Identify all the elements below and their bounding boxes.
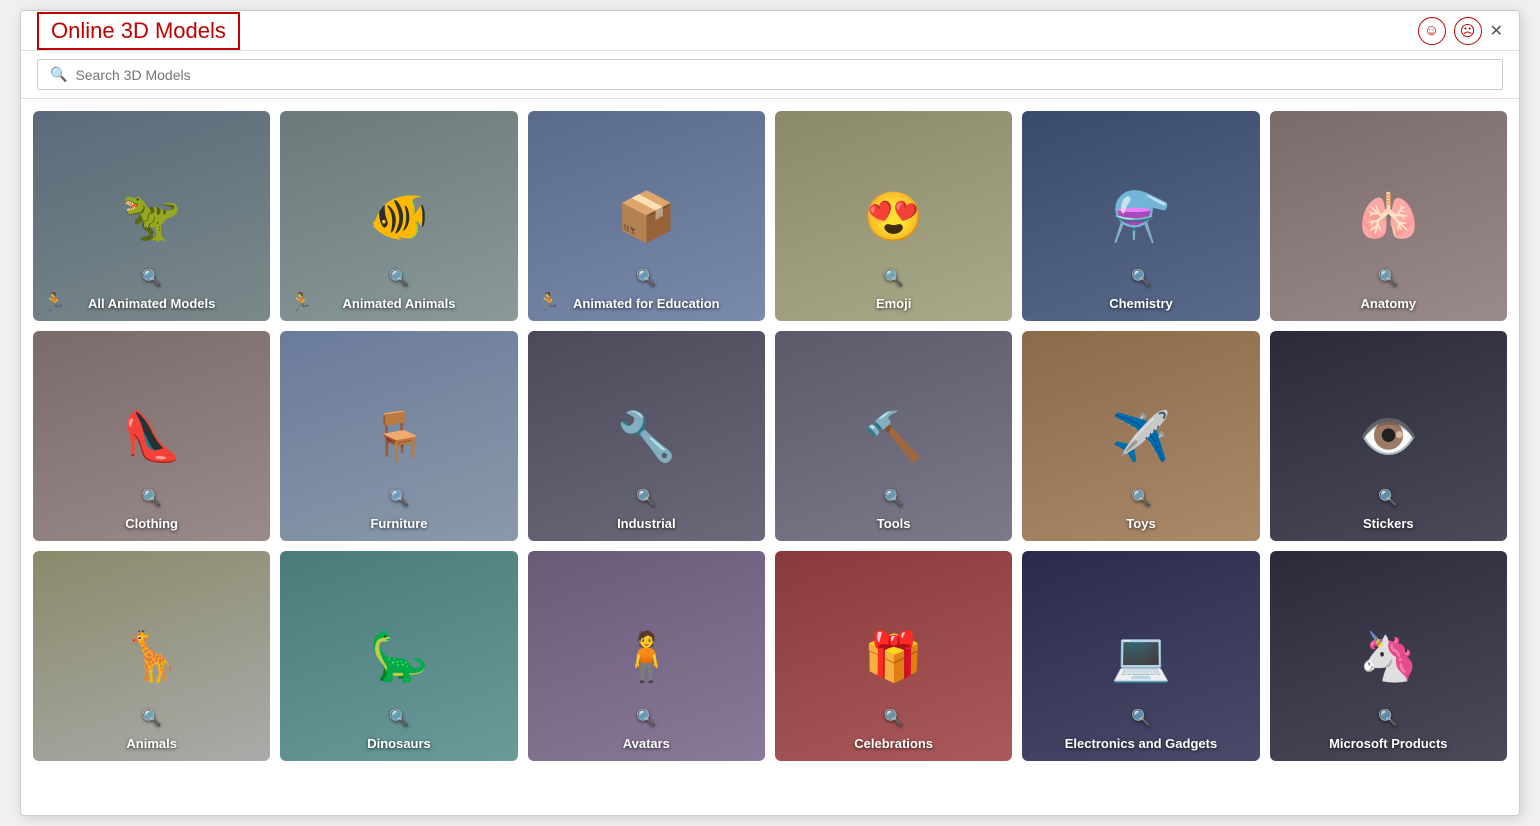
category-card-stickers[interactable]: 👁️🔍Stickers <box>1270 331 1507 541</box>
search-icon: 🔍 <box>50 66 67 83</box>
category-card-animated-animals[interactable]: 🐠🔍Animated Animals🏃 <box>280 111 517 321</box>
category-card-avatars[interactable]: 🧍🔍Avatars <box>528 551 765 761</box>
category-card-tools[interactable]: 🔨🔍Tools <box>775 331 1012 541</box>
animated-icon-animated-animals: 🏃 <box>290 292 312 313</box>
titlebar-left: Online 3D Models <box>37 12 240 50</box>
card-label-stickers: Stickers <box>1270 510 1507 541</box>
card-search-icon-toys: 🔍 <box>1022 488 1259 508</box>
feedback-negative-button[interactable]: ☹ <box>1454 17 1482 45</box>
card-label-microsoft-products: Microsoft Products <box>1270 730 1507 761</box>
titlebar-right: ☺ ☹ ✕ <box>1418 17 1503 45</box>
card-search-icon-microsoft-products: 🔍 <box>1270 708 1507 728</box>
card-search-icon-anatomy: 🔍 <box>1270 268 1507 288</box>
animated-icon-all-animated: 🏃 <box>43 292 65 313</box>
category-card-clothing[interactable]: 👠🔍Clothing <box>33 331 270 541</box>
grid-scroll[interactable]: 🦖🔍All Animated Models🏃🐠🔍Animated Animals… <box>21 99 1519 815</box>
card-search-icon-celebrations: 🔍 <box>775 708 1012 728</box>
category-card-furniture[interactable]: 🪑🔍Furniture <box>280 331 517 541</box>
category-card-toys[interactable]: ✈️🔍Toys <box>1022 331 1259 541</box>
category-card-animals[interactable]: 🦒🔍Animals <box>33 551 270 761</box>
content-area: 🦖🔍All Animated Models🏃🐠🔍Animated Animals… <box>21 99 1519 815</box>
card-search-icon-all-animated: 🔍 <box>33 268 270 288</box>
card-label-chemistry: Chemistry <box>1022 290 1259 321</box>
card-label-anatomy: Anatomy <box>1270 290 1507 321</box>
card-label-animated-education: Animated for Education <box>528 290 765 321</box>
category-card-industrial[interactable]: 🔧🔍Industrial <box>528 331 765 541</box>
category-card-emoji[interactable]: 😍🔍Emoji <box>775 111 1012 321</box>
card-label-furniture: Furniture <box>280 510 517 541</box>
card-label-dinosaurs: Dinosaurs <box>280 730 517 761</box>
card-label-celebrations: Celebrations <box>775 730 1012 761</box>
card-search-icon-clothing: 🔍 <box>33 488 270 508</box>
card-search-icon-emoji: 🔍 <box>775 268 1012 288</box>
close-button[interactable]: ✕ <box>1490 21 1503 41</box>
card-search-icon-tools: 🔍 <box>775 488 1012 508</box>
card-label-clothing: Clothing <box>33 510 270 541</box>
feedback-positive-button[interactable]: ☺ <box>1418 17 1446 45</box>
card-search-icon-industrial: 🔍 <box>528 488 765 508</box>
category-grid: 🦖🔍All Animated Models🏃🐠🔍Animated Animals… <box>33 111 1507 761</box>
card-search-icon-dinosaurs: 🔍 <box>280 708 517 728</box>
category-card-celebrations[interactable]: 🎁🔍Celebrations <box>775 551 1012 761</box>
titlebar: Online 3D Models ☺ ☹ ✕ <box>21 11 1519 51</box>
category-card-chemistry[interactable]: ⚗️🔍Chemistry <box>1022 111 1259 321</box>
category-card-anatomy[interactable]: 🫁🔍Anatomy <box>1270 111 1507 321</box>
search-wrapper: 🔍 <box>37 59 1503 90</box>
animated-icon-animated-education: 🏃 <box>538 292 560 313</box>
category-card-animated-education[interactable]: 📦🔍Animated for Education🏃 <box>528 111 765 321</box>
category-card-dinosaurs[interactable]: 🦕🔍Dinosaurs <box>280 551 517 761</box>
card-search-icon-animated-education: 🔍 <box>528 268 765 288</box>
search-input[interactable] <box>75 67 1490 83</box>
category-card-microsoft-products[interactable]: 🦄🔍Microsoft Products <box>1270 551 1507 761</box>
card-label-animals: Animals <box>33 730 270 761</box>
card-label-avatars: Avatars <box>528 730 765 761</box>
card-label-all-animated: All Animated Models <box>33 290 270 321</box>
card-search-icon-avatars: 🔍 <box>528 708 765 728</box>
card-label-animated-animals: Animated Animals <box>280 290 517 321</box>
category-card-electronics-gadgets[interactable]: 💻🔍Electronics and Gadgets <box>1022 551 1259 761</box>
card-search-icon-stickers: 🔍 <box>1270 488 1507 508</box>
card-label-emoji: Emoji <box>775 290 1012 321</box>
page-title: Online 3D Models <box>37 12 240 50</box>
card-label-tools: Tools <box>775 510 1012 541</box>
card-search-icon-furniture: 🔍 <box>280 488 517 508</box>
card-label-toys: Toys <box>1022 510 1259 541</box>
card-label-electronics-gadgets: Electronics and Gadgets <box>1022 730 1259 761</box>
category-card-all-animated[interactable]: 🦖🔍All Animated Models🏃 <box>33 111 270 321</box>
card-search-icon-animals: 🔍 <box>33 708 270 728</box>
card-label-industrial: Industrial <box>528 510 765 541</box>
search-bar: 🔍 <box>21 51 1519 99</box>
card-search-icon-electronics-gadgets: 🔍 <box>1022 708 1259 728</box>
card-search-icon-animated-animals: 🔍 <box>280 268 517 288</box>
card-search-icon-chemistry: 🔍 <box>1022 268 1259 288</box>
main-window: Online 3D Models ☺ ☹ ✕ 🔍 🦖🔍All Animated … <box>20 10 1520 816</box>
